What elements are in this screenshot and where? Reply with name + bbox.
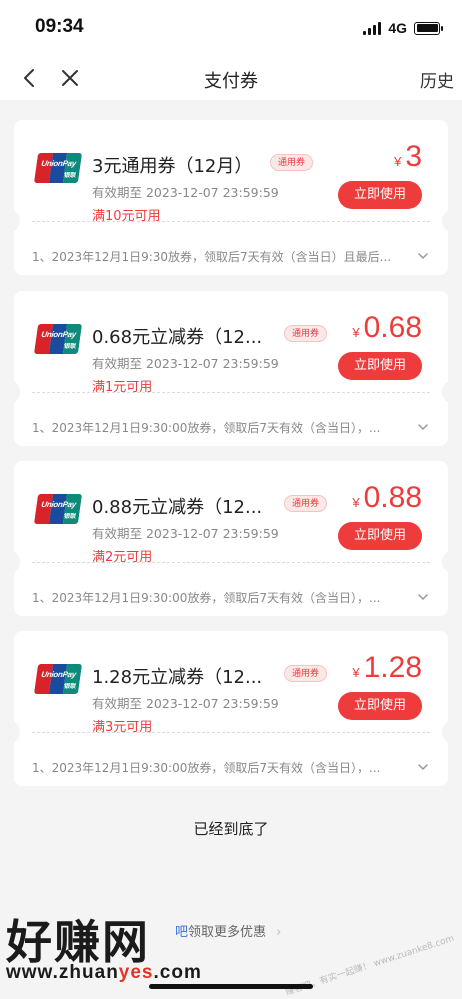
coupon-description: 1、2023年12月1日9:30放券，领取后7天有效（含当日）且最后... [32, 250, 392, 264]
coupon-condition: 满1元可用 [92, 380, 153, 395]
coupon-amount: ¥3 [394, 140, 422, 173]
coupon-amount: ¥0.68 [352, 311, 422, 344]
chevron-down-icon[interactable] [416, 249, 430, 263]
coupon-card: UnionPay 银联 0.68元立减券（12... 通用券 有效期至 2023-… [8, 291, 454, 446]
coupon-description: 1、2023年12月1日9:30:00放券，领取后7天有效（含当日），... [32, 421, 381, 435]
coupon-condition: 满10元可用 [92, 209, 161, 224]
promo-text: 领取更多优惠 [188, 925, 267, 940]
coupon-tag: 通用券 [270, 154, 314, 171]
chevron-down-icon[interactable] [416, 420, 430, 434]
use-now-button[interactable]: 立即使用 [338, 692, 422, 720]
unionpay-logo: UnionPay 银联 [33, 664, 83, 694]
coupon-tag: 通用券 [284, 325, 328, 342]
status-time: 09:34 [35, 16, 84, 37]
coupon-title: 3元通用券（12月） [92, 156, 253, 177]
more-offers-link[interactable]: 吧领取更多优惠 › [175, 921, 281, 940]
coupon-amount: ¥0.88 [352, 481, 422, 514]
history-link[interactable]: 历史 [420, 67, 454, 92]
coupon-condition: 满2元可用 [92, 550, 153, 565]
coupon-amount: ¥1.28 [352, 651, 422, 684]
coupon-title: 0.68元立减券（12... [92, 327, 263, 348]
chevron-down-icon[interactable] [416, 760, 430, 774]
use-now-button[interactable]: 立即使用 [338, 181, 422, 209]
coupon-card: UnionPay 银联 1.28元立减券（12... 通用券 有效期至 2023-… [8, 631, 454, 786]
coupon-description: 1、2023年12月1日9:30:00放券，领取后7天有效（含当日），... [32, 761, 381, 775]
coupon-title: 1.28元立减券（12... [92, 667, 263, 688]
page-title: 支付券 [204, 71, 258, 92]
signal-icon [363, 21, 382, 35]
coupon-tag: 通用券 [284, 665, 328, 682]
coupon-card: UnionPay 银联 0.88元立减券（12... 通用券 有效期至 2023-… [8, 461, 454, 616]
coupon-expiry: 有效期至 2023-12-07 23:59:59 [92, 185, 279, 200]
coupon-card: UnionPay 银联 3元通用券（12月） 通用券 有效期至 2023-12-0… [8, 120, 454, 275]
coupon-title: 0.88元立减券（12... [92, 497, 263, 518]
promo-arrow-icon: › [276, 925, 282, 940]
use-now-button[interactable]: 立即使用 [338, 522, 422, 550]
watermark-url: www.zhuanyes.com [6, 962, 202, 983]
unionpay-logo: UnionPay 银联 [33, 324, 83, 354]
end-of-list-tip: 已经到底了 [193, 820, 269, 838]
use-now-button[interactable]: 立即使用 [338, 352, 422, 380]
coupon-description: 1、2023年12月1日9:30:00放券，领取后7天有效（含当日），... [32, 591, 381, 605]
battery-icon [414, 21, 443, 35]
coupon-expiry: 有效期至 2023-12-07 23:59:59 [92, 356, 279, 371]
status-icons: 4G [363, 20, 443, 36]
coupon-condition: 满3元可用 [92, 720, 153, 735]
unionpay-logo: UnionPay 银联 [33, 494, 83, 524]
home-indicator [149, 984, 313, 989]
promo-link-text[interactable]: 吧 [175, 925, 188, 940]
unionpay-logo: UnionPay 银联 [33, 153, 83, 183]
chevron-down-icon[interactable] [416, 590, 430, 604]
status-bar: 09:34 4G [0, 0, 462, 58]
coupon-tag: 通用券 [284, 495, 328, 512]
network-type: 4G [388, 20, 407, 36]
coupon-expiry: 有效期至 2023-12-07 23:59:59 [92, 526, 279, 541]
watermark-logo: 好赚网 www.zhuanyes.com [0, 906, 201, 988]
coupon-expiry: 有效期至 2023-12-07 23:59:59 [92, 696, 279, 711]
nav-bar: 支付券 历史 [0, 58, 462, 100]
watermark-title: 好赚网 [6, 915, 150, 969]
